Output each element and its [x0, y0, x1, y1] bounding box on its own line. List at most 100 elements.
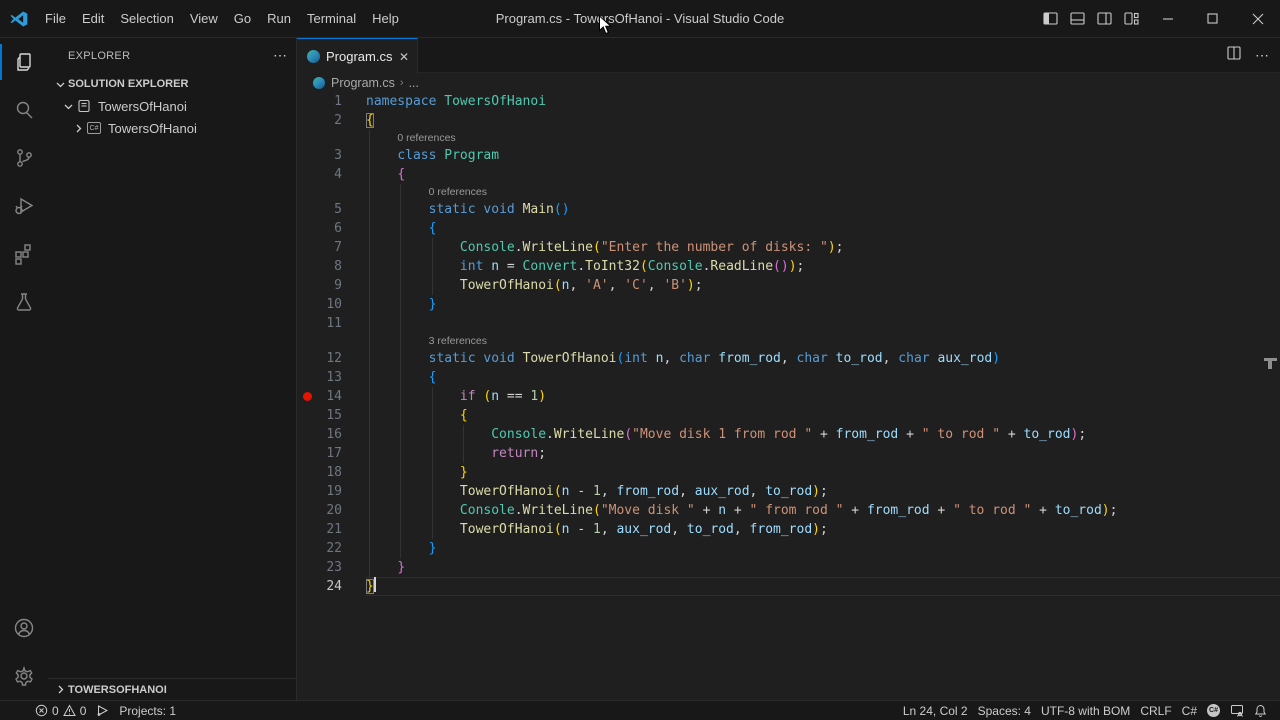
extensions-icon[interactable] [0, 230, 48, 278]
code-line-23[interactable]: 23 } [297, 558, 1280, 577]
problems-status[interactable]: 0 0 [30, 704, 91, 718]
feedback-icon[interactable] [1225, 704, 1249, 717]
line-content[interactable]: if (n == 1) [366, 387, 1280, 406]
line-number[interactable]: 5 [297, 200, 342, 219]
line-number[interactable]: 16 [297, 425, 342, 444]
line-content[interactable]: Console.WriteLine("Move disk 1 from rod … [366, 425, 1280, 444]
line-number[interactable]: 3 [297, 146, 342, 165]
toggle-sidebar-icon[interactable] [1037, 0, 1064, 37]
line-content[interactable]: static void TowerOfHanoi(int n, char fro… [366, 349, 1280, 368]
code-line-6[interactable]: 6 { [297, 219, 1280, 238]
code-line-5[interactable]: 5 static void Main() [297, 200, 1280, 219]
notifications-bell-icon[interactable] [1249, 704, 1272, 717]
line-number[interactable]: 23 [297, 558, 342, 577]
menu-file[interactable]: File [37, 7, 74, 30]
cursor-position-status[interactable]: Ln 24, Col 2 [898, 704, 973, 718]
line-number[interactable]: 10 [297, 295, 342, 314]
line-number[interactable]: 9 [297, 276, 342, 295]
line-number[interactable]: 11 [297, 314, 342, 333]
codelens-references[interactable]: 3 references [297, 333, 1280, 349]
code-line-3[interactable]: 3 class Program [297, 146, 1280, 165]
debug-status-icon[interactable] [91, 704, 114, 717]
code-line-10[interactable]: 10 } [297, 295, 1280, 314]
toggle-panel-icon[interactable] [1064, 0, 1091, 37]
line-number[interactable]: 13 [297, 368, 342, 387]
code-area[interactable]: 1namespace TowersOfHanoi2{0 references3 … [297, 92, 1280, 700]
code-line-22[interactable]: 22 } [297, 539, 1280, 558]
code-line-7[interactable]: 7 Console.WriteLine("Enter the number of… [297, 238, 1280, 257]
line-content[interactable]: TowerOfHanoi(n - 1, aux_rod, to_rod, fro… [366, 520, 1280, 539]
menu-edit[interactable]: Edit [74, 7, 112, 30]
close-button[interactable] [1235, 0, 1280, 37]
line-number[interactable]: 24 [297, 577, 342, 596]
toggle-secondary-sidebar-icon[interactable] [1091, 0, 1118, 37]
line-content[interactable]: } [366, 463, 1280, 482]
line-number[interactable]: 21 [297, 520, 342, 539]
line-number[interactable]: 12 [297, 349, 342, 368]
line-number[interactable]: 15 [297, 406, 342, 425]
tab-program-cs[interactable]: Program.cs ✕ [297, 38, 418, 74]
line-number[interactable]: 6 [297, 219, 342, 238]
code-line-18[interactable]: 18 } [297, 463, 1280, 482]
maximize-button[interactable] [1190, 0, 1235, 37]
line-number[interactable]: 2 [297, 111, 342, 130]
run-debug-icon[interactable] [0, 182, 48, 230]
code-line-14[interactable]: 14 if (n == 1) [297, 387, 1280, 406]
line-content[interactable]: namespace TowersOfHanoi [366, 92, 1280, 111]
menu-go[interactable]: Go [226, 7, 259, 30]
line-content[interactable]: { [366, 406, 1280, 425]
line-number[interactable]: 7 [297, 238, 342, 257]
menu-run[interactable]: Run [259, 7, 299, 30]
settings-gear-icon[interactable] [0, 652, 48, 700]
minimize-button[interactable] [1145, 0, 1190, 37]
line-content[interactable]: TowerOfHanoi(n - 1, from_rod, aux_rod, t… [366, 482, 1280, 501]
code-line-21[interactable]: 21 TowerOfHanoi(n - 1, aux_rod, to_rod, … [297, 520, 1280, 539]
tree-item-project[interactable]: C# TowersOfHanoi [48, 117, 296, 139]
code-line-13[interactable]: 13 { [297, 368, 1280, 387]
csdevkit-icon[interactable]: C# [1202, 704, 1225, 717]
line-content[interactable]: class Program [366, 146, 1280, 165]
line-number[interactable]: 18 [297, 463, 342, 482]
code-line-4[interactable]: 4 { [297, 165, 1280, 184]
line-number[interactable]: 17 [297, 444, 342, 463]
eol-status[interactable]: CRLF [1135, 704, 1176, 718]
line-content[interactable]: } [366, 295, 1280, 314]
menu-view[interactable]: View [182, 7, 226, 30]
line-content[interactable]: int n = Convert.ToInt32(Console.ReadLine… [366, 257, 1280, 276]
line-content[interactable]: { [366, 165, 1280, 184]
code-line-19[interactable]: 19 TowerOfHanoi(n - 1, from_rod, aux_rod… [297, 482, 1280, 501]
minimap[interactable] [1168, 88, 1266, 178]
line-content[interactable]: Console.WriteLine("Enter the number of d… [366, 238, 1280, 257]
accounts-icon[interactable] [0, 604, 48, 652]
split-editor-icon[interactable] [1227, 46, 1241, 65]
line-number[interactable]: 20 [297, 501, 342, 520]
views-more-actions-icon[interactable]: ⋯ [273, 47, 288, 64]
language-mode-status[interactable]: C# [1177, 704, 1202, 718]
codelens-references[interactable]: 0 references [297, 130, 1280, 146]
line-content[interactable]: } [366, 558, 1280, 577]
projects-status[interactable]: Projects: 1 [114, 704, 181, 718]
explorer-icon[interactable] [0, 38, 48, 86]
breadcrumb-file[interactable]: Program.cs [331, 76, 395, 90]
code-line-20[interactable]: 20 Console.WriteLine("Move disk " + n + … [297, 501, 1280, 520]
menu-terminal[interactable]: Terminal [299, 7, 364, 30]
search-icon[interactable] [0, 86, 48, 134]
source-control-icon[interactable] [0, 134, 48, 182]
code-line-15[interactable]: 15 { [297, 406, 1280, 425]
line-content[interactable]: { [366, 368, 1280, 387]
line-content[interactable]: Console.WriteLine("Move disk " + n + " f… [366, 501, 1280, 520]
code-line-1[interactable]: 1namespace TowersOfHanoi [297, 92, 1280, 111]
code-line-12[interactable]: 12 static void TowerOfHanoi(int n, char … [297, 349, 1280, 368]
code-line-11[interactable]: 11 [297, 314, 1280, 333]
line-content[interactable]: } [366, 577, 1280, 596]
line-content[interactable]: TowerOfHanoi(n, 'A', 'C', 'B'); [366, 276, 1280, 295]
code-line-2[interactable]: 2{ [297, 111, 1280, 130]
menu-help[interactable]: Help [364, 7, 407, 30]
code-line-16[interactable]: 16 Console.WriteLine("Move disk 1 from r… [297, 425, 1280, 444]
line-number[interactable]: 22 [297, 539, 342, 558]
more-actions-icon[interactable]: ⋯ [1255, 47, 1270, 64]
line-content[interactable]: { [366, 111, 1280, 130]
line-number[interactable]: 8 [297, 257, 342, 276]
line-content[interactable] [366, 314, 1280, 333]
encoding-status[interactable]: UTF-8 with BOM [1036, 704, 1135, 718]
